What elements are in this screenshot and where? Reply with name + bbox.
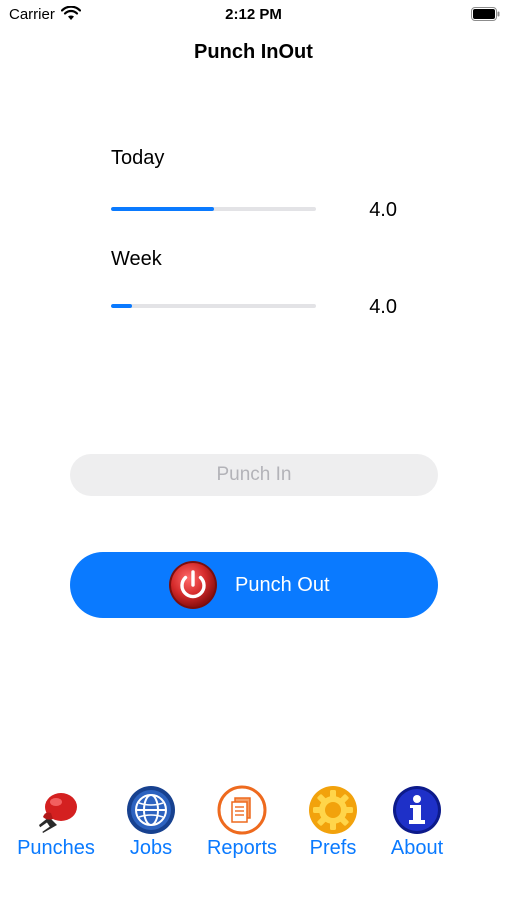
tab-label: Punches (17, 837, 95, 859)
punch-in-button[interactable]: Punch In (70, 454, 438, 496)
page-title: Punch InOut (194, 41, 313, 63)
battery-icon (471, 7, 500, 21)
document-icon (217, 785, 267, 835)
status-bar: Carrier 2:12 PM (0, 0, 507, 30)
boxing-glove-icon (38, 793, 77, 833)
tab-label: Reports (206, 837, 278, 859)
tab-punches[interactable]: Punches (11, 775, 101, 870)
week-value: 4.0 (369, 296, 397, 318)
globe-icon (127, 786, 175, 834)
punch-out-button[interactable]: Punch Out (70, 552, 438, 618)
tab-bar: Punches Jobs Reports Prefs About (0, 775, 507, 900)
tab-reports[interactable]: Reports (197, 775, 287, 870)
today-progress-bar (111, 207, 316, 211)
tab-prefs[interactable]: Prefs (288, 775, 378, 870)
clock: 2:12 PM (225, 6, 282, 23)
week-label: Week (111, 248, 162, 270)
power-icon (169, 561, 217, 609)
gear-icon (309, 786, 357, 834)
punch-out-label: Punch Out (235, 574, 330, 596)
tab-label: About (390, 837, 444, 859)
today-label: Today (111, 147, 165, 169)
tab-about[interactable]: About (372, 775, 462, 870)
week-progress-bar (111, 304, 316, 308)
info-icon (393, 786, 441, 834)
tab-label: Jobs (129, 837, 173, 859)
tab-jobs[interactable]: Jobs (106, 775, 196, 870)
week-progress-fill (111, 304, 132, 308)
today-progress-fill (111, 207, 214, 211)
tab-label: Prefs (309, 837, 357, 859)
today-value: 4.0 (369, 199, 397, 221)
punch-in-label: Punch In (216, 464, 292, 485)
